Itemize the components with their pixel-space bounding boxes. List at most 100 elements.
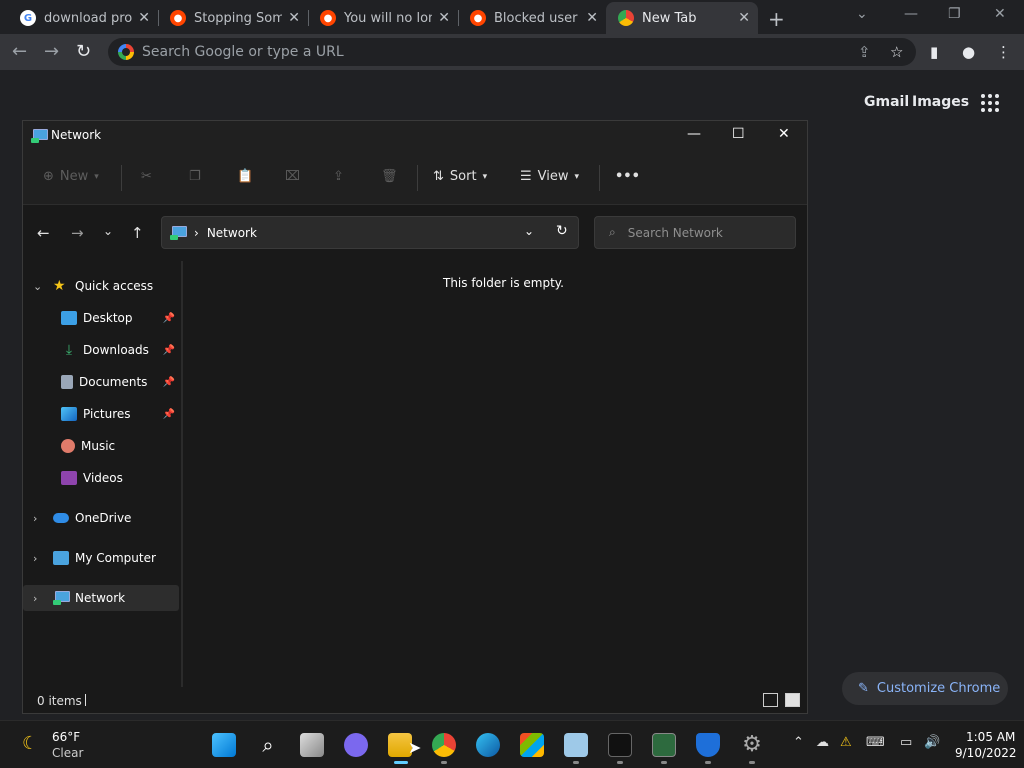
chrome-icon	[618, 10, 634, 26]
nav-desktop[interactable]: Desktop 📌	[23, 305, 179, 331]
breadcrumb-chevron-icon: ›	[194, 225, 199, 240]
menu-kebab-icon[interactable]: ⋮	[996, 43, 1011, 61]
search-icon: ⌕	[609, 225, 616, 239]
pin-icon[interactable]: 📌	[163, 313, 175, 324]
up-arrow-icon[interactable]: ↑	[131, 224, 144, 242]
empty-folder-message: This folder is empty.	[443, 276, 564, 290]
edge-icon[interactable]	[476, 733, 500, 757]
restore-icon[interactable]: ❐	[948, 6, 961, 22]
nav-videos[interactable]: Videos	[23, 465, 179, 491]
nav-pictures[interactable]: Pictures 📌	[23, 401, 179, 427]
share-icon[interactable]: ⇪	[858, 43, 871, 61]
forward-arrow-icon[interactable]: →	[44, 41, 59, 62]
maximize-icon[interactable]: ☐	[732, 126, 745, 142]
tab-new-tab[interactable]: New Tab ✕	[606, 2, 758, 34]
more-options-icon[interactable]: •••	[615, 169, 640, 184]
tab-close-icon[interactable]: ✕	[738, 10, 750, 26]
sort-button[interactable]: ⇅ Sort ▾	[433, 169, 487, 184]
profile-icon[interactable]: ●	[962, 43, 975, 61]
tab-close-icon[interactable]: ✕	[586, 10, 598, 26]
pin-icon[interactable]: 📌	[163, 409, 175, 420]
side-panel-icon[interactable]: ▮	[930, 43, 938, 61]
close-icon[interactable]: ✕	[778, 126, 790, 142]
chrome-icon[interactable]	[432, 733, 456, 757]
omnibox[interactable]: Search Google or type a URL	[108, 38, 916, 66]
weather-temperature[interactable]: 66°F	[52, 730, 80, 744]
back-arrow-icon[interactable]: ←	[12, 41, 27, 62]
customize-chrome-button[interactable]: ✎ Customize Chrome	[842, 672, 1008, 705]
nav-onedrive[interactable]: › OneDrive	[23, 505, 179, 531]
tab-blocked-user[interactable]: ● Blocked user ge ✕	[458, 4, 606, 32]
terminal-icon[interactable]	[608, 733, 632, 757]
tab-search-icon[interactable]: ⌄	[856, 6, 868, 22]
search-input[interactable]: ⌕ Search Network	[594, 216, 796, 249]
minimize-icon[interactable]: —	[687, 126, 701, 142]
large-icons-view-icon[interactable]	[785, 693, 800, 707]
pin-icon[interactable]: 📌	[163, 377, 175, 388]
nav-network[interactable]: › Network	[23, 585, 179, 611]
gmail-link[interactable]: Gmail	[864, 94, 909, 110]
task-view-icon[interactable]	[300, 733, 324, 757]
clock-date[interactable]: 9/10/2022	[955, 746, 1017, 760]
nav-label: My Computer	[75, 551, 156, 565]
keyboard-icon[interactable]: ⌨	[866, 735, 885, 750]
search-icon[interactable]: ⌕	[256, 733, 280, 757]
clock-time[interactable]: 1:05 AM	[966, 730, 1015, 744]
delete-icon[interactable]: 🗑	[381, 169, 398, 184]
tab-download-process[interactable]: G download proce ✕	[8, 4, 158, 32]
start-windows-icon[interactable]	[212, 733, 236, 757]
nav-my-computer[interactable]: › My Computer	[23, 545, 179, 571]
paste-icon[interactable]: 📋	[237, 169, 253, 184]
nav-documents[interactable]: Documents 📌	[23, 369, 179, 395]
minimize-icon[interactable]: —	[904, 6, 918, 22]
nav-label: Documents	[79, 375, 148, 389]
tab-stopping-some[interactable]: ● Stopping Some ✕	[158, 4, 308, 32]
nav-downloads[interactable]: ⤓ Downloads 📌	[23, 337, 179, 363]
weather-condition[interactable]: Clear	[52, 746, 83, 760]
nav-quick-access[interactable]: ⌄ ★ Quick access	[23, 273, 179, 299]
store-icon[interactable]	[520, 733, 544, 757]
security-warning-icon[interactable]: ⚠	[840, 735, 852, 750]
breadcrumb-network[interactable]: Network	[207, 226, 257, 240]
refresh-icon[interactable]: ↻	[556, 223, 568, 239]
show-hidden-icons-chevron-icon[interactable]: ⌃	[793, 735, 804, 750]
view-button[interactable]: ☰ View ▾	[520, 169, 579, 184]
task-manager-icon[interactable]	[652, 733, 676, 757]
new-tab-button[interactable]: +	[768, 7, 785, 31]
photos-icon[interactable]	[564, 733, 588, 757]
address-bar[interactable]: › Network ⌄ ↻	[161, 216, 579, 249]
onedrive-offline-icon[interactable]: ☁	[816, 735, 829, 750]
reload-icon[interactable]: ↻	[76, 41, 91, 62]
google-apps-icon[interactable]	[981, 94, 999, 112]
tab-close-icon[interactable]: ✕	[288, 10, 300, 26]
copy-icon[interactable]: ❐	[189, 169, 201, 184]
rename-icon[interactable]: ⌧	[285, 169, 300, 184]
pane-divider[interactable]	[181, 261, 183, 687]
images-link[interactable]: Images	[912, 94, 969, 110]
nav-label: Quick access	[75, 279, 154, 293]
navigation-pane: ⌄ ★ Quick access Desktop 📌 ⤓ Downloads 📌…	[23, 257, 183, 687]
new-button[interactable]: ⊕ New ▾	[43, 169, 99, 184]
bookmark-star-icon[interactable]: ☆	[890, 43, 903, 61]
defender-shield-icon[interactable]	[696, 733, 720, 757]
address-dropdown-chevron-icon[interactable]: ⌄	[524, 224, 534, 238]
tab-close-icon[interactable]: ✕	[438, 10, 450, 26]
back-arrow-icon[interactable]: ←	[37, 224, 50, 242]
network-status-icon[interactable]: ▭	[900, 735, 912, 750]
teams-chat-icon[interactable]	[344, 733, 368, 757]
tab-close-icon[interactable]: ✕	[138, 10, 150, 26]
chevron-right-icon: ›	[33, 551, 38, 565]
recent-locations-chevron-icon[interactable]: ⌄	[103, 224, 113, 238]
forward-arrow-icon[interactable]: →	[71, 224, 84, 242]
pin-icon[interactable]: 📌	[163, 345, 175, 356]
settings-gear-icon[interactable]: ⚙	[740, 733, 764, 757]
nav-music[interactable]: Music	[23, 433, 179, 459]
close-icon[interactable]: ✕	[994, 6, 1006, 22]
details-view-icon[interactable]	[763, 693, 778, 707]
tab-you-will-no-longer[interactable]: ● You will no long ✕	[308, 4, 458, 32]
network-icon	[53, 591, 70, 605]
cut-icon[interactable]: ✂	[141, 169, 152, 184]
volume-icon[interactable]: 🔊	[924, 735, 940, 750]
share-icon[interactable]: ⇪	[333, 169, 344, 184]
moon-weather-icon[interactable]: ☾	[22, 733, 38, 754]
